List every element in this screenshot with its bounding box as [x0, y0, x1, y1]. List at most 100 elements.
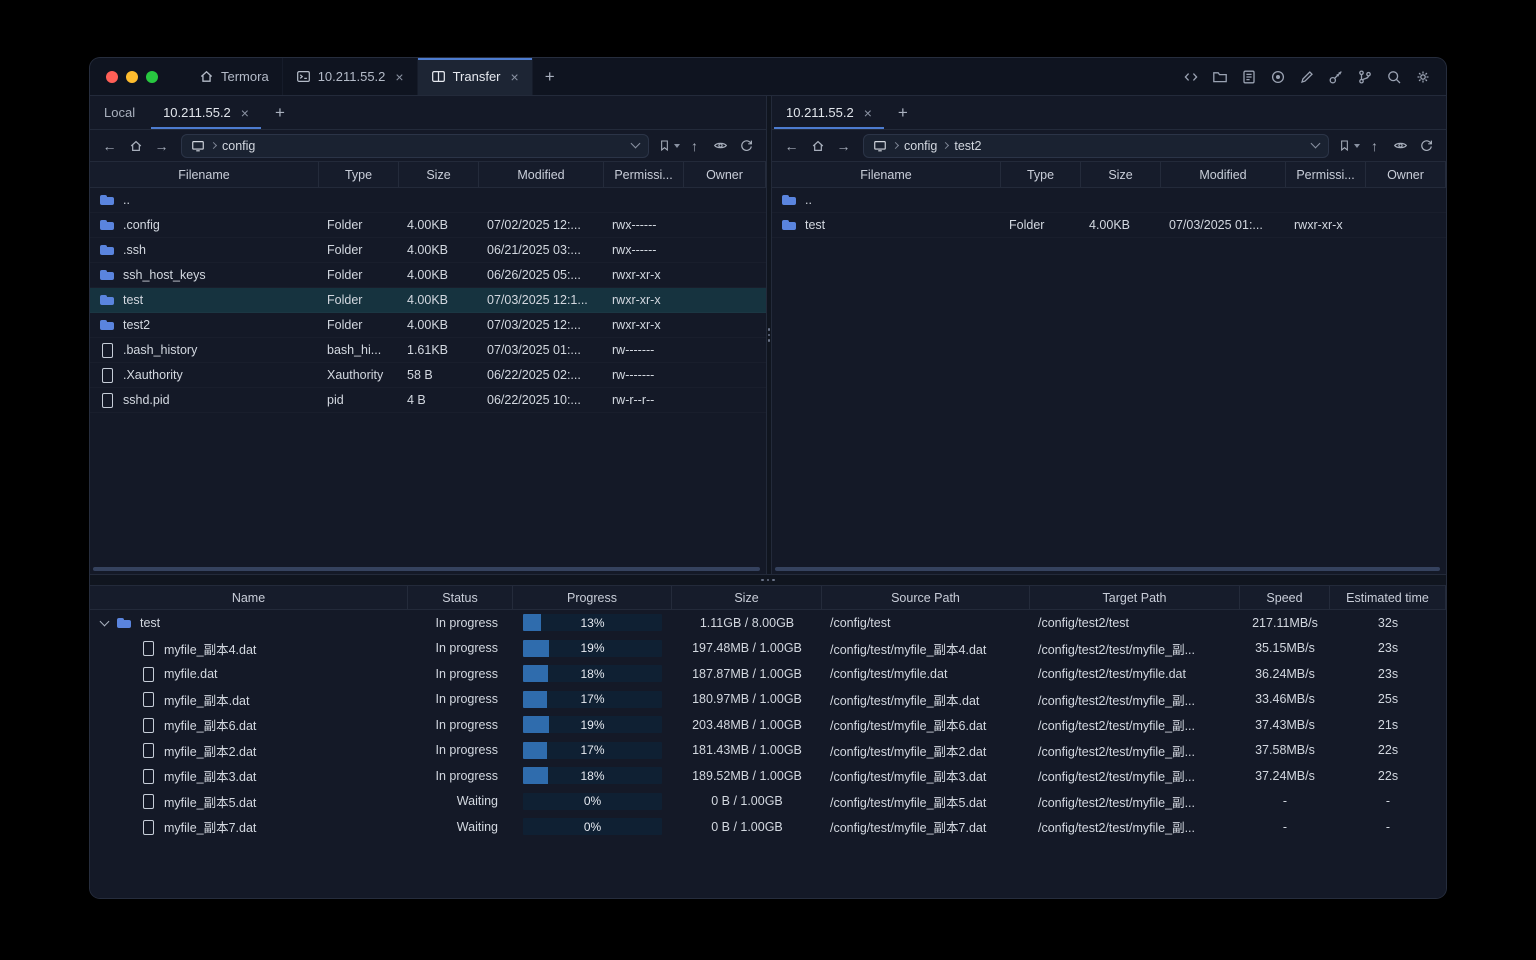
- column-header-filename[interactable]: Filename: [90, 162, 319, 187]
- show-hidden-files-button[interactable]: [1389, 134, 1412, 157]
- column-header-name[interactable]: Name: [90, 586, 408, 609]
- column-header-permissions[interactable]: Permissi...: [1286, 162, 1366, 187]
- file-row[interactable]: .config Folder 4.00KB 07/02/2025 12:... …: [90, 213, 766, 238]
- column-header-progress[interactable]: Progress: [513, 586, 672, 609]
- transfer-row[interactable]: myfile_副本2.dat In progress 17% 181.43MB …: [90, 738, 1446, 764]
- column-header-source-path[interactable]: Source Path: [822, 586, 1030, 609]
- path-dropdown-icon[interactable]: [630, 138, 641, 149]
- path-dropdown-icon[interactable]: [1310, 138, 1321, 149]
- breadcrumb-item[interactable]: config: [222, 139, 255, 153]
- forward-button[interactable]: →: [832, 134, 855, 157]
- scrollbar-thumb[interactable]: [775, 567, 1440, 571]
- file-row[interactable]: test Folder 4.00KB 07/03/2025 01:... rwx…: [772, 213, 1446, 238]
- record-icon[interactable]: [1265, 64, 1291, 90]
- column-header-owner[interactable]: Owner: [1366, 162, 1446, 187]
- horizontal-scrollbar[interactable]: [775, 567, 1440, 571]
- refresh-button[interactable]: [735, 134, 758, 157]
- folder-icon[interactable]: [1207, 64, 1233, 90]
- transfer-row[interactable]: myfile.dat In progress 18% 187.87MB / 1.…: [90, 661, 1446, 687]
- column-header-status[interactable]: Status: [408, 586, 513, 609]
- breadcrumb-item[interactable]: test2: [954, 139, 981, 153]
- branch-icon[interactable]: [1352, 64, 1378, 90]
- transfer-row[interactable]: myfile_副本6.dat In progress 19% 203.48MB …: [90, 712, 1446, 738]
- file-row[interactable]: test2 Folder 4.00KB 07/03/2025 12:... rw…: [90, 313, 766, 338]
- column-header-type[interactable]: Type: [1001, 162, 1081, 187]
- tab-remote-10-211-55-2[interactable]: 10.211.55.2 ×: [149, 96, 263, 129]
- column-header-size[interactable]: Size: [399, 162, 479, 187]
- file-type-icon: [99, 367, 116, 383]
- key-icon[interactable]: [1323, 64, 1349, 90]
- refresh-button[interactable]: [1415, 134, 1438, 157]
- column-header-type[interactable]: Type: [319, 162, 399, 187]
- tab-host-10-211-55-2[interactable]: 10.211.55.2 ×: [283, 58, 418, 95]
- transfer-row[interactable]: myfile_副本5.dat Waiting 0% 0 B / 1.00GB /…: [90, 789, 1446, 815]
- titlebar-actions: [1178, 58, 1446, 95]
- left-path-bar[interactable]: config: [181, 133, 649, 158]
- tab-termora[interactable]: Termora: [186, 58, 283, 95]
- bookmark-button[interactable]: [657, 134, 680, 157]
- file-row[interactable]: test Folder 4.00KB 07/03/2025 12:1... rw…: [90, 288, 766, 313]
- column-header-size[interactable]: Size: [672, 586, 822, 609]
- breadcrumb-item[interactable]: config: [904, 139, 937, 153]
- transfer-row[interactable]: myfile_副本7.dat Waiting 0% 0 B / 1.00GB /…: [90, 814, 1446, 840]
- transfer-row[interactable]: test In progress 13% 1.11GB / 8.00GB /co…: [90, 610, 1446, 636]
- close-tab-icon[interactable]: ×: [511, 70, 519, 84]
- file-type-icon: [140, 793, 157, 810]
- show-hidden-files-button[interactable]: [709, 134, 732, 157]
- tab-remote-10-211-55-2[interactable]: 10.211.55.2 ×: [772, 96, 886, 129]
- transfer-row[interactable]: myfile_副本4.dat In progress 19% 197.48MB …: [90, 636, 1446, 662]
- back-button[interactable]: ←: [98, 134, 121, 157]
- close-window-button[interactable]: [106, 70, 118, 83]
- new-tab-button[interactable]: +: [533, 58, 567, 95]
- transfer-row[interactable]: myfile_副本.dat In progress 17% 180.97MB /…: [90, 687, 1446, 713]
- bookmark-button[interactable]: [1337, 134, 1360, 157]
- new-panel-tab-button[interactable]: +: [886, 96, 920, 129]
- upload-button[interactable]: ↑: [683, 134, 706, 157]
- minimize-window-button[interactable]: [126, 70, 138, 83]
- expand-chevron-icon[interactable]: [100, 618, 109, 627]
- close-tab-icon[interactable]: ×: [241, 106, 249, 120]
- tab-transfer[interactable]: Transfer ×: [417, 58, 533, 95]
- scrollbar-thumb[interactable]: [93, 567, 760, 571]
- column-header-speed[interactable]: Speed: [1240, 586, 1330, 609]
- log-icon[interactable]: [1236, 64, 1262, 90]
- upload-button[interactable]: ↑: [1363, 134, 1386, 157]
- close-tab-icon[interactable]: ×: [864, 106, 872, 120]
- transfer-source-path: /config/test/myfile.dat: [830, 666, 948, 681]
- file-row[interactable]: sshd.pid pid 4 B 06/22/2025 10:... rw-r-…: [90, 388, 766, 413]
- forward-button[interactable]: →: [150, 134, 173, 157]
- home-button[interactable]: [806, 134, 829, 157]
- column-header-modified[interactable]: Modified: [1161, 162, 1286, 187]
- column-header-modified[interactable]: Modified: [479, 162, 604, 187]
- file-size: 58 B: [407, 368, 433, 382]
- column-header-size[interactable]: Size: [1081, 162, 1161, 187]
- horizontal-scrollbar[interactable]: [93, 567, 760, 571]
- column-header-owner[interactable]: Owner: [684, 162, 766, 187]
- code-icon[interactable]: [1178, 64, 1204, 90]
- file-row[interactable]: ssh_host_keys Folder 4.00KB 06/26/2025 0…: [90, 263, 766, 288]
- file-row[interactable]: .ssh Folder 4.00KB 06/21/2025 03:... rwx…: [90, 238, 766, 263]
- column-header-estimated-time[interactable]: Estimated time: [1330, 586, 1446, 609]
- column-header-target-path[interactable]: Target Path: [1030, 586, 1240, 609]
- column-header-filename[interactable]: Filename: [772, 162, 1001, 187]
- zoom-window-button[interactable]: [146, 70, 158, 83]
- horizontal-splitter[interactable]: [90, 574, 1446, 586]
- transfer-row[interactable]: myfile_副本3.dat In progress 18% 189.52MB …: [90, 763, 1446, 789]
- tab-local[interactable]: Local: [90, 96, 149, 129]
- back-button[interactable]: ←: [780, 134, 803, 157]
- close-tab-icon[interactable]: ×: [395, 70, 403, 84]
- file-modified: [479, 188, 604, 212]
- new-panel-tab-button[interactable]: +: [263, 96, 297, 129]
- file-row[interactable]: .bash_history bash_hi... 1.61KB 07/03/20…: [90, 338, 766, 363]
- file-row[interactable]: .Xauthority Xauthority 58 B 06/22/2025 0…: [90, 363, 766, 388]
- home-button[interactable]: [124, 134, 147, 157]
- edit-icon[interactable]: [1294, 64, 1320, 90]
- transfer-name: myfile_副本3.dat: [164, 770, 257, 785]
- file-row[interactable]: ..: [90, 188, 766, 213]
- file-row[interactable]: ..: [772, 188, 1446, 213]
- settings-gear-icon[interactable]: [1410, 64, 1436, 90]
- file-size: 4.00KB: [407, 268, 449, 282]
- search-icon[interactable]: [1381, 64, 1407, 90]
- right-path-bar[interactable]: config test2: [863, 133, 1329, 158]
- column-header-permissions[interactable]: Permissi...: [604, 162, 684, 187]
